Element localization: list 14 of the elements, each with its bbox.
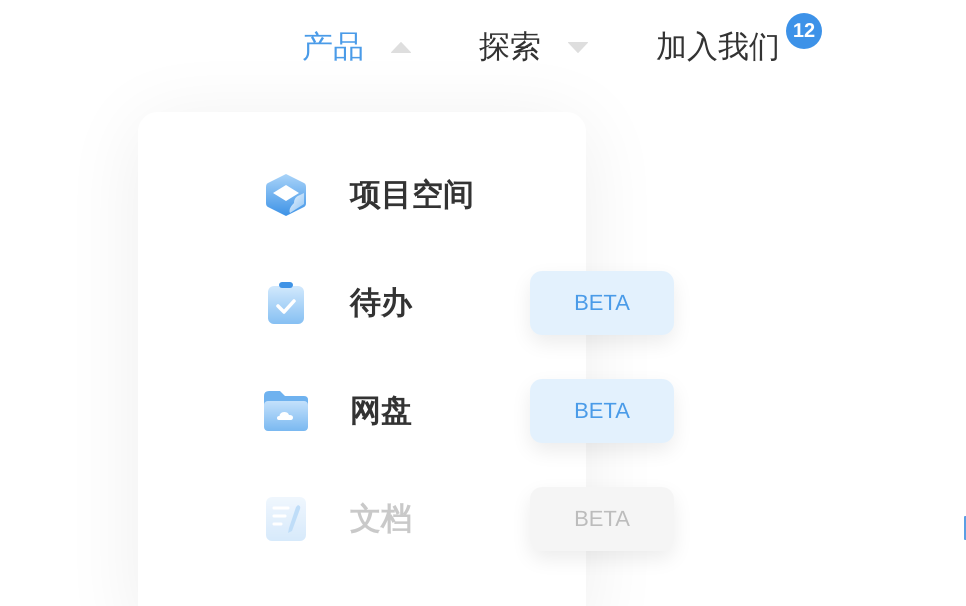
menu-item[interactable]: 项目空间: [264, 173, 474, 217]
beta-tag: BETA: [530, 487, 674, 551]
document-pen-icon: [266, 497, 306, 541]
menu-item[interactable]: 网盘: [264, 390, 412, 432]
count-badge: 12: [786, 13, 822, 50]
hexagon-cube-icon: [264, 173, 308, 217]
caret-icon[interactable]: [568, 42, 588, 52]
nav-link[interactable]: 探索: [479, 28, 541, 66]
beta-tag: BETA: [530, 379, 674, 443]
folder-cloud-icon: [264, 391, 308, 431]
caret-icon[interactable]: [391, 42, 411, 52]
menu-item[interactable]: 待办: [264, 281, 412, 325]
nav-link[interactable]: 加入我们: [656, 28, 780, 66]
beta-tag: BETA: [530, 271, 674, 335]
